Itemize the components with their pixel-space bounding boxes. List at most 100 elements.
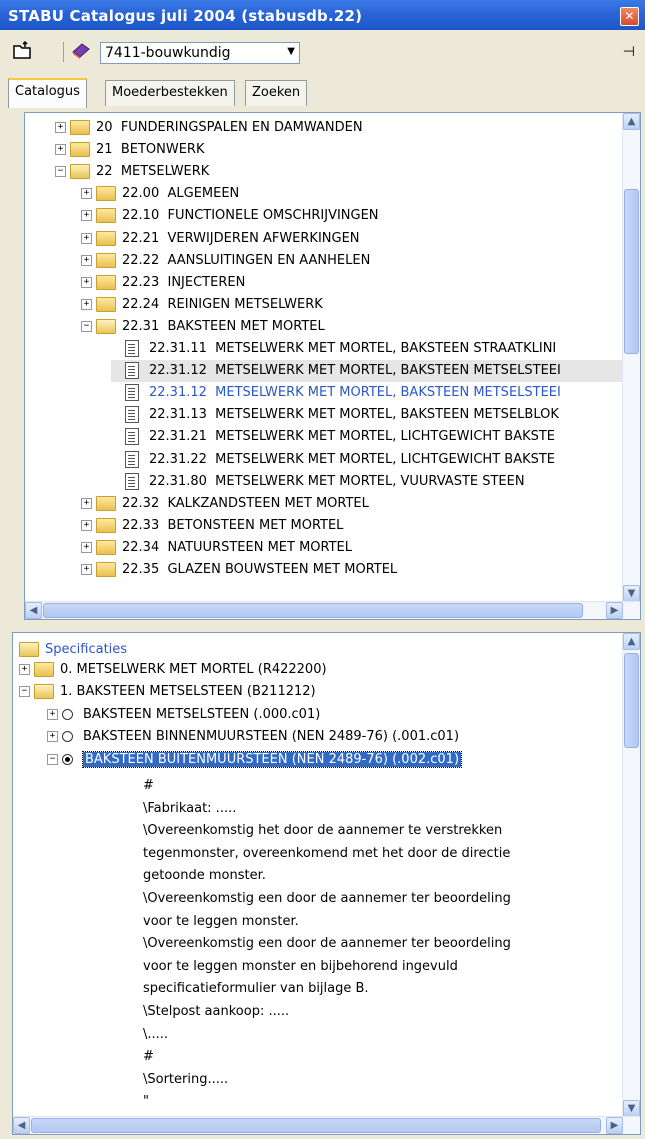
tab-zoeken-label: Zoeken (252, 85, 301, 100)
expand-icon[interactable]: + (81, 232, 92, 244)
radio-button[interactable] (62, 731, 73, 743)
tree-folder-row[interactable]: +20 FUNDERINGSPALEN EN DAMWANDEN (55, 117, 622, 139)
tree-folder-row[interactable]: +22.21 VERWIJDEREN AFWERKINGEN (81, 228, 622, 250)
spec-scroll-right-button[interactable]: ▶ (606, 1117, 623, 1134)
spec-option-row[interactable]: + BAKSTEEN METSELSTEEN (.000.c01) (47, 704, 320, 726)
folder-icon (96, 539, 116, 555)
open-folder-icon (34, 684, 54, 700)
expand-icon[interactable]: + (19, 664, 30, 675)
folder-icon (96, 208, 116, 224)
expand-icon[interactable]: + (81, 541, 92, 553)
scroll-thumb[interactable] (624, 189, 639, 354)
tree-document-row[interactable]: 22.31.11 METSELWERK MET MORTEL, BAKSTEEN… (111, 338, 622, 360)
expand-icon[interactable]: + (55, 144, 66, 156)
collapse-icon[interactable]: − (19, 686, 30, 698)
tree-folder-row[interactable]: +22.35 GLAZEN BOUWSTEEN MET MORTEL (81, 559, 622, 581)
expand-icon[interactable]: + (81, 564, 92, 575)
spec-text-line: # (143, 778, 154, 793)
tree-folder-row[interactable]: − 22 METSELWERK (55, 161, 622, 183)
tree-item-code: 22.22 (122, 252, 160, 268)
tab-moederbestekken-label: Moederbestekken (112, 85, 228, 100)
tree-item-code: 22.31.11 (149, 341, 207, 356)
tree-folder-row[interactable]: +22.00 ALGEMEEN (81, 183, 622, 205)
tree-folder-row[interactable]: +22.22 AANSLUITINGEN EN AANHELEN (81, 250, 622, 272)
book-icon[interactable] (70, 40, 92, 62)
expand-icon[interactable]: + (55, 122, 66, 133)
hscroll-thumb[interactable] (43, 603, 583, 618)
spec-text-line: \..... (143, 1026, 169, 1042)
spec-item-label: BAKSTEEN BINNENMUURSTEEN (NEN 2489-76) (… (83, 729, 460, 745)
specifications-tree[interactable]: Specificaties +0. METSELWERK MET MORTEL (… (12, 632, 641, 1135)
tree-folder-row[interactable]: +22.24 REINIGEN METSELWERK (81, 294, 622, 316)
tree-item-label: AANSLUITINGEN EN AANHELEN (167, 252, 371, 268)
tree-document-row[interactable]: 22.31.80 METSELWERK MET MORTEL, VUURVAST… (111, 471, 622, 493)
spec-hscroll-thumb[interactable] (31, 1118, 601, 1133)
tree-item-label: REINIGEN METSELWERK (167, 296, 323, 312)
tree-document-row[interactable]: 22.31.12 METSELWERK MET MORTEL, BAKSTEEN… (111, 360, 622, 383)
collapse-icon[interactable]: − (55, 166, 66, 178)
tree-item-code: 22.31.22 (149, 451, 207, 467)
tree-item-label: BETONWERK (120, 142, 205, 158)
spec-group-row[interactable]: +0. METSELWERK MET MORTEL (R422200) (19, 659, 327, 681)
tab-moederbestekken[interactable]: Moederbestekken (105, 80, 235, 106)
chevron-down-icon[interactable]: ▼ (287, 46, 295, 57)
tree-document-row[interactable]: 22.31.22 METSELWERK MET MORTEL, LICHTGEW… (111, 449, 622, 471)
expand-icon[interactable]: + (81, 188, 92, 200)
catalog-tree[interactable]: +20 FUNDERINGSPALEN EN DAMWANDEN +21 BETO… (24, 112, 641, 620)
spec-option-row[interactable]: + BAKSTEEN BINNENMUURSTEEN (NEN 2489-76) … (47, 726, 459, 748)
radio-button[interactable] (62, 708, 73, 720)
tree-item-label: GLAZEN BOUWSTEEN MET MORTEL (167, 562, 398, 577)
expand-icon[interactable]: + (47, 708, 58, 720)
expand-icon[interactable]: + (81, 519, 92, 531)
radio-button[interactable] (62, 753, 73, 765)
tree-document-row[interactable]: 22.31.12 METSELWERK MET MORTEL, BAKSTEEN… (111, 382, 622, 404)
pin-icon[interactable]: ⊣ (623, 44, 635, 60)
tree-folder-row[interactable]: +22.10 FUNCTIONELE OMSCHRIJVINGEN (81, 205, 622, 227)
spec-scroll-up-button[interactable]: ▲ (623, 633, 640, 650)
open-folder-icon[interactable] (12, 40, 34, 62)
scroll-right-button[interactable]: ▶ (606, 602, 623, 619)
spec-root-row[interactable]: Specificaties (19, 639, 127, 661)
spec-text-line: \Sortering..... (143, 1071, 229, 1087)
tree-document-row[interactable]: 22.31.21 METSELWERK MET MORTEL, LICHTGEW… (111, 426, 622, 448)
tree-horizontal-scrollbar[interactable]: ◀ ▶ (25, 601, 640, 619)
tree-item-code: 22.21 (122, 230, 160, 246)
window-title-bar[interactable]: STABU Catalogus juli 2004 (stabusdb.22) … (0, 0, 645, 30)
tree-folder-row[interactable]: +22.32 KALKZANDSTEEN MET MORTEL (81, 493, 622, 515)
close-button[interactable]: ✕ (620, 7, 639, 26)
tree-folder-row[interactable]: +22.33 BETONSTEEN MET MORTEL (81, 515, 622, 537)
tree-vertical-scrollbar[interactable]: ▲ ▼ (622, 113, 640, 602)
spec-scroll-down-button[interactable]: ▼ (623, 1100, 640, 1117)
spec-option-row[interactable]: − BAKSTEEN BUITENMUURSTEEN (NEN 2489-76) … (47, 749, 463, 771)
folder-icon (96, 230, 116, 246)
spec-scroll-left-button[interactable]: ◀ (13, 1117, 30, 1134)
expand-icon[interactable]: + (81, 276, 92, 288)
tree-folder-row[interactable]: +21 BETONWERK (55, 139, 622, 161)
spec-group-row[interactable]: − 1. BAKSTEEN METSELSTEEN (B211212) (19, 681, 316, 703)
scroll-up-button[interactable]: ▲ (623, 113, 640, 130)
spec-horizontal-scrollbar[interactable]: ◀ ▶ (13, 1116, 640, 1134)
tree-item-label: METSELWERK MET MORTEL, LICHTGEWICHT BAKS… (215, 451, 556, 467)
collapse-icon[interactable]: − (81, 320, 92, 332)
scroll-left-button[interactable]: ◀ (25, 602, 42, 619)
tree-document-row[interactable]: 22.31.13 METSELWERK MET MORTEL, BAKSTEEN… (111, 404, 622, 426)
expand-icon[interactable]: + (81, 254, 92, 266)
tab-zoeken[interactable]: Zoeken (245, 80, 308, 106)
tree-item-label: METSELWERK MET MORTEL, BAKSTEEN METSELST… (215, 363, 561, 379)
scroll-down-button[interactable]: ▼ (623, 585, 640, 602)
expand-icon[interactable]: + (47, 731, 58, 743)
tree-folder-row[interactable]: +22.34 NATUURSTEEN MET MORTEL (81, 537, 622, 559)
spec-vertical-scrollbar[interactable]: ▲ ▼ (622, 633, 640, 1117)
tree-folder-row[interactable]: +22.23 INJECTEREN (81, 272, 622, 294)
tree-folder-row[interactable]: − 22.31 BAKSTEEN MET MORTEL (81, 316, 622, 338)
spec-scroll-thumb[interactable] (624, 653, 639, 748)
spec-text-line: specificatieformulier van bijlage B. (143, 981, 369, 997)
tree-item-code: 22.10 (122, 208, 160, 224)
expand-icon[interactable]: + (81, 210, 92, 222)
catalog-select[interactable]: 7411-bouwkundig ▼ (100, 42, 300, 64)
expand-icon[interactable]: + (81, 298, 92, 310)
collapse-icon[interactable]: − (47, 753, 58, 765)
tab-catalogus[interactable]: Catalogus (8, 78, 87, 108)
expand-icon[interactable]: + (81, 497, 92, 509)
folder-icon (70, 120, 90, 135)
